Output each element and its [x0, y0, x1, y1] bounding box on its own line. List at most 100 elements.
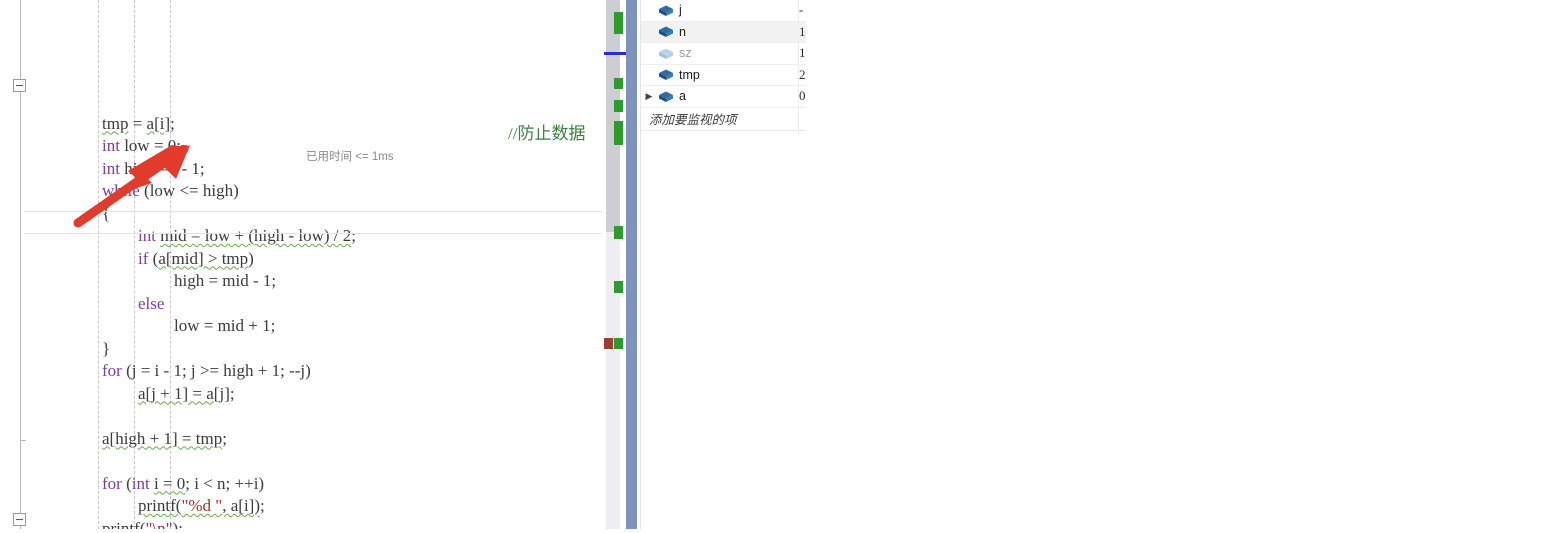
scrollbar-track[interactable]: [626, 0, 637, 529]
watch-variable-value[interactable]: -: [799, 2, 803, 18]
cube-icon: [657, 4, 675, 17]
code-token: (j = i -: [121, 361, 174, 380]
code-token: low = mid +: [174, 316, 263, 335]
code-line: if (a[mid] > tmp): [30, 248, 604, 271]
code-token: printf(: [138, 496, 182, 515]
add-watch-row[interactable]: 添加要监视的项: [641, 108, 806, 131]
change-marker-green: [614, 338, 623, 349]
code-token: ;: [270, 316, 276, 335]
fold-collapse-box-main[interactable]: [13, 513, 26, 526]
code-token: a[high + 1] = tmp: [102, 428, 223, 448]
watch-variable-value[interactable]: 1: [799, 45, 806, 61]
watch-row[interactable]: sz 1: [641, 43, 806, 65]
cube-icon: [657, 68, 675, 81]
vertical-scrollbar-thumb[interactable]: [606, 0, 620, 232]
code-line: a[high + 1] = tmp;: [30, 428, 604, 451]
code-token: for: [102, 473, 122, 493]
code-line: printf("%d ", a[i]);: [30, 495, 604, 518]
code-token: a[j + 1] = a[j]: [138, 383, 230, 403]
cube-icon: [657, 90, 675, 103]
watch-variable-name: n: [679, 24, 686, 39]
watch-variable-name: sz: [679, 46, 692, 61]
watch-row[interactable]: ▶ a 0: [641, 86, 806, 108]
code-token: ;: [351, 226, 356, 245]
code-line: high = mid - 1;: [30, 270, 604, 293]
inline-comment: //防止数据: [508, 124, 586, 143]
debug-elapsed-time-tooltip: 已用时间 <= 1ms: [306, 151, 394, 163]
change-marker-green: [614, 121, 623, 145]
code-token: ;: [170, 113, 175, 133]
watch-row[interactable]: tmp 2: [641, 65, 806, 86]
code-token: if: [138, 248, 149, 268]
code-line: int mid = low + (high - low) / 2;: [30, 225, 604, 248]
watch-variable-name: a: [679, 89, 686, 104]
code-token: =: [128, 113, 147, 133]
code-token: a[mid] > tmp: [158, 248, 249, 268]
code-token: (: [148, 248, 159, 268]
code-token: int: [102, 158, 120, 178]
code-token: ;: [271, 271, 277, 290]
watch-variable-value[interactable]: 0: [799, 88, 806, 104]
fold-bracket-end: [20, 440, 26, 441]
code-token: ;: [229, 383, 235, 403]
code-token: ;: [260, 496, 265, 515]
expand-chevron-icon[interactable]: ▶: [641, 91, 657, 102]
code-lines: tmp = a[i]; int low = 0; int high = i - 1;…: [30, 113, 604, 530]
watch-row[interactable]: j-: [641, 0, 806, 22]
watch-variable-value[interactable]: 1: [799, 24, 806, 40]
code-token: (: [121, 473, 132, 493]
code-text[interactable]: tmp = a[i]; int low = 0; int high = i - 1;…: [30, 0, 604, 529]
code-token: ;: [222, 428, 227, 448]
watch-empty-area: [641, 135, 806, 529]
bookmark-marker: [604, 52, 626, 55]
code-token: "%d ": [181, 496, 223, 515]
code-token: );: [172, 518, 183, 530]
code-token: while: [102, 181, 140, 200]
code-token: ;: [199, 158, 205, 178]
code-token: ): [248, 248, 254, 268]
code-token: ;: [176, 136, 182, 155]
change-marker-green: [614, 78, 623, 89]
fold-gutter[interactable]: [0, 0, 30, 529]
code-line: for (int i = 0; i < n; ++i): [30, 473, 604, 496]
code-token: printf(: [102, 518, 146, 530]
code-token: int: [138, 226, 156, 245]
code-token: "\n": [145, 518, 173, 530]
watch-row[interactable]: n1: [641, 21, 806, 43]
code-token: int: [102, 136, 120, 155]
code-token: {: [102, 203, 111, 223]
code-token: ; --j): [280, 361, 311, 380]
code-token: i = 0: [153, 473, 186, 493]
code-token: low =: [119, 136, 168, 155]
code-token: , a[i]): [222, 496, 260, 515]
cube-dim-icon: [657, 47, 675, 60]
change-marker-green: [614, 12, 623, 34]
watch-variable-name: j: [679, 3, 682, 18]
code-line: for (j = i - 1; j >= high + 1; --j): [30, 360, 604, 383]
code-line: {: [30, 203, 604, 226]
code-token: ; j >= high +: [181, 361, 272, 380]
code-token: 1: [271, 361, 281, 380]
code-token: high = mid -: [174, 271, 263, 290]
fold-collapse-box[interactable]: [13, 79, 26, 92]
code-line: }: [30, 338, 604, 361]
code-token: a[i]: [146, 113, 171, 133]
code-token: (low <= high): [139, 181, 239, 200]
watch-variable-value[interactable]: 2: [799, 67, 806, 83]
code-token: ; i < n; ++i): [185, 473, 265, 493]
code-token: for: [102, 361, 122, 380]
code-line: else: [30, 293, 604, 316]
code-line: low = mid + 1;: [30, 315, 604, 338]
watch-variable-name: tmp: [679, 67, 700, 82]
watch-panel[interactable]: j - n 1 sz 1 tmp 2 ▶ a 0 添加要监视的项: [640, 0, 807, 529]
code-token: high = i -: [119, 158, 192, 178]
code-editor-pane[interactable]: tmp = a[i]; int low = 0; int high = i - 1;…: [0, 0, 604, 529]
code-token: int: [131, 473, 150, 493]
change-marker-green: [614, 100, 623, 112]
code-token: }: [102, 338, 111, 358]
code-token: mid = low + (high - low) / 2: [160, 226, 352, 245]
cube-icon: [657, 25, 675, 38]
code-line: a[j + 1] = a[j];: [30, 383, 604, 406]
